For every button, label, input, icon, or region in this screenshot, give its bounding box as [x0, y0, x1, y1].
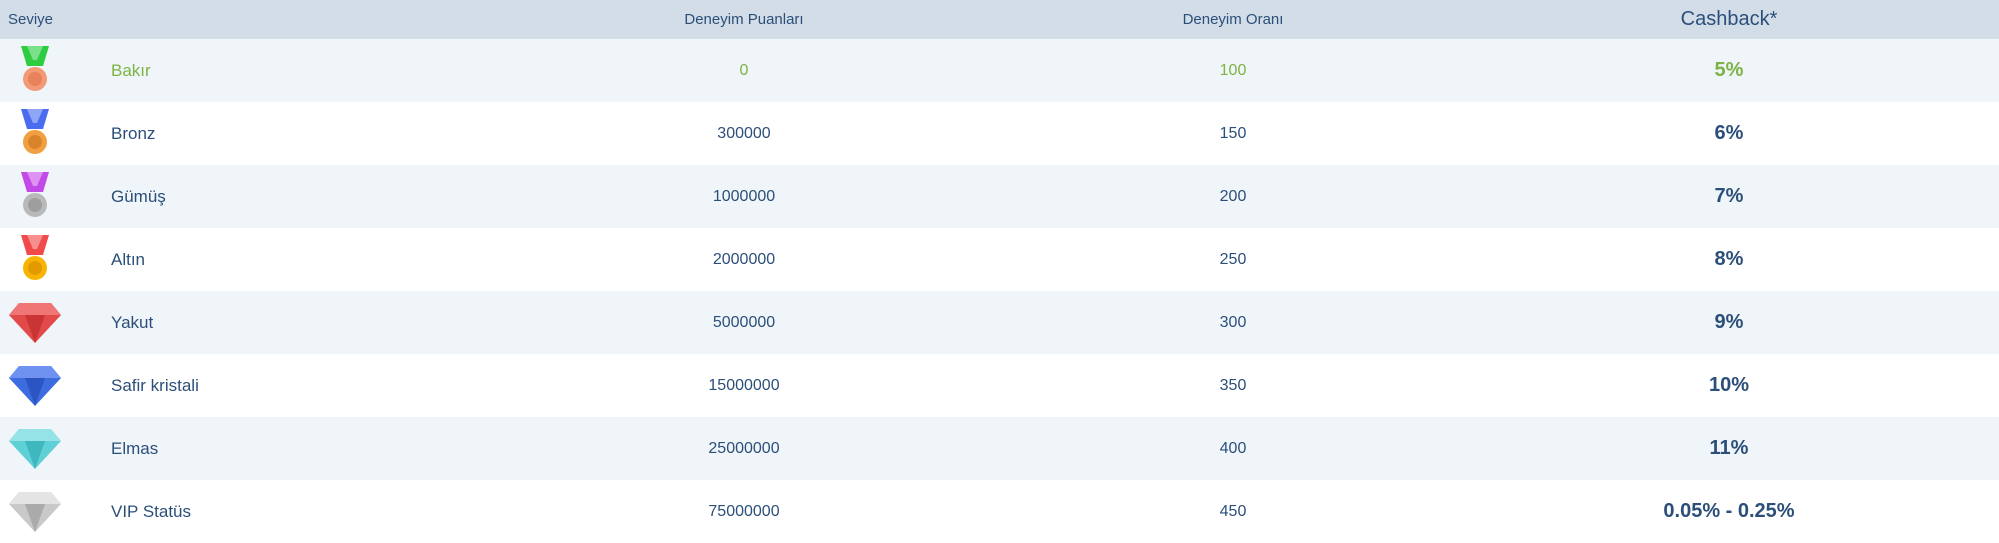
table-row: Bakır 0 100 5%	[0, 39, 1999, 102]
level-name: Safir kristali	[111, 375, 199, 395]
level-points: 15000000	[708, 376, 780, 394]
level-points: 1000000	[712, 187, 776, 205]
level-name: Gümüş	[111, 186, 166, 206]
header-experience-points: Deneyim Puanları	[684, 11, 804, 28]
level-rate: 350	[1219, 376, 1247, 394]
copper-medal-icon	[0, 39, 70, 102]
level-cashback: 10%	[1708, 374, 1750, 396]
table-row: Yakut 5000000 300 9%	[0, 291, 1999, 354]
table-row: VIP Statüs 75000000 450 0.05% - 0.25%	[0, 480, 1999, 543]
level-cashback: 0.05% - 0.25%	[1663, 500, 1795, 522]
sapphire-gem-icon	[0, 354, 70, 417]
vip-gem-icon	[0, 480, 70, 543]
level-name: Yakut	[111, 312, 154, 332]
level-cashback: 7%	[1714, 185, 1744, 207]
header-cashback: Cashback*	[1680, 8, 1778, 30]
level-cashback: 11%	[1709, 437, 1749, 459]
bronze-medal-icon	[0, 102, 70, 165]
table-row: Elmas 25000000 400 11%	[0, 417, 1999, 480]
level-name: Altın	[111, 249, 146, 269]
level-rate: 450	[1219, 502, 1247, 520]
level-cashback: 5%	[1714, 59, 1744, 81]
level-points: 75000000	[708, 502, 780, 520]
header-experience-rate: Deneyim Oranı	[1182, 11, 1284, 28]
level-rate: 400	[1219, 439, 1247, 457]
level-rate: 150	[1219, 124, 1247, 142]
level-name: VIP Statüs	[111, 501, 192, 521]
level-name: Bronz	[111, 123, 156, 143]
diamond-gem-icon	[0, 417, 70, 480]
ruby-gem-icon	[0, 291, 70, 354]
level-name: Bakır	[111, 60, 151, 80]
level-points: 5000000	[712, 313, 776, 331]
level-points: 300000	[717, 124, 771, 142]
silver-medal-icon	[0, 165, 70, 228]
table-header: Seviye Deneyim Puanları Deneyim Oranı Ca…	[0, 0, 1999, 39]
level-cashback: 6%	[1714, 122, 1744, 144]
loyalty-levels-table: Seviye Deneyim Puanları Deneyim Oranı Ca…	[0, 0, 1999, 543]
table-row: Bronz 300000 150 6%	[0, 102, 1999, 165]
level-rate: 250	[1219, 250, 1247, 268]
header-level: Seviye	[8, 11, 54, 28]
level-rate: 300	[1219, 313, 1247, 331]
level-rate: 100	[1219, 61, 1247, 79]
level-points: 25000000	[708, 439, 780, 457]
level-rate: 200	[1219, 187, 1247, 205]
level-cashback: 9%	[1714, 311, 1744, 333]
level-cashback: 8%	[1714, 248, 1744, 270]
level-name: Elmas	[111, 438, 159, 458]
level-points: 0	[739, 61, 749, 79]
table-row: Gümüş 1000000 200 7%	[0, 165, 1999, 228]
level-points: 2000000	[712, 250, 776, 268]
table-row: Altın 2000000 250 8%	[0, 228, 1999, 291]
gold-medal-icon	[0, 228, 70, 291]
table-row: Safir kristali 15000000 350 10%	[0, 354, 1999, 417]
